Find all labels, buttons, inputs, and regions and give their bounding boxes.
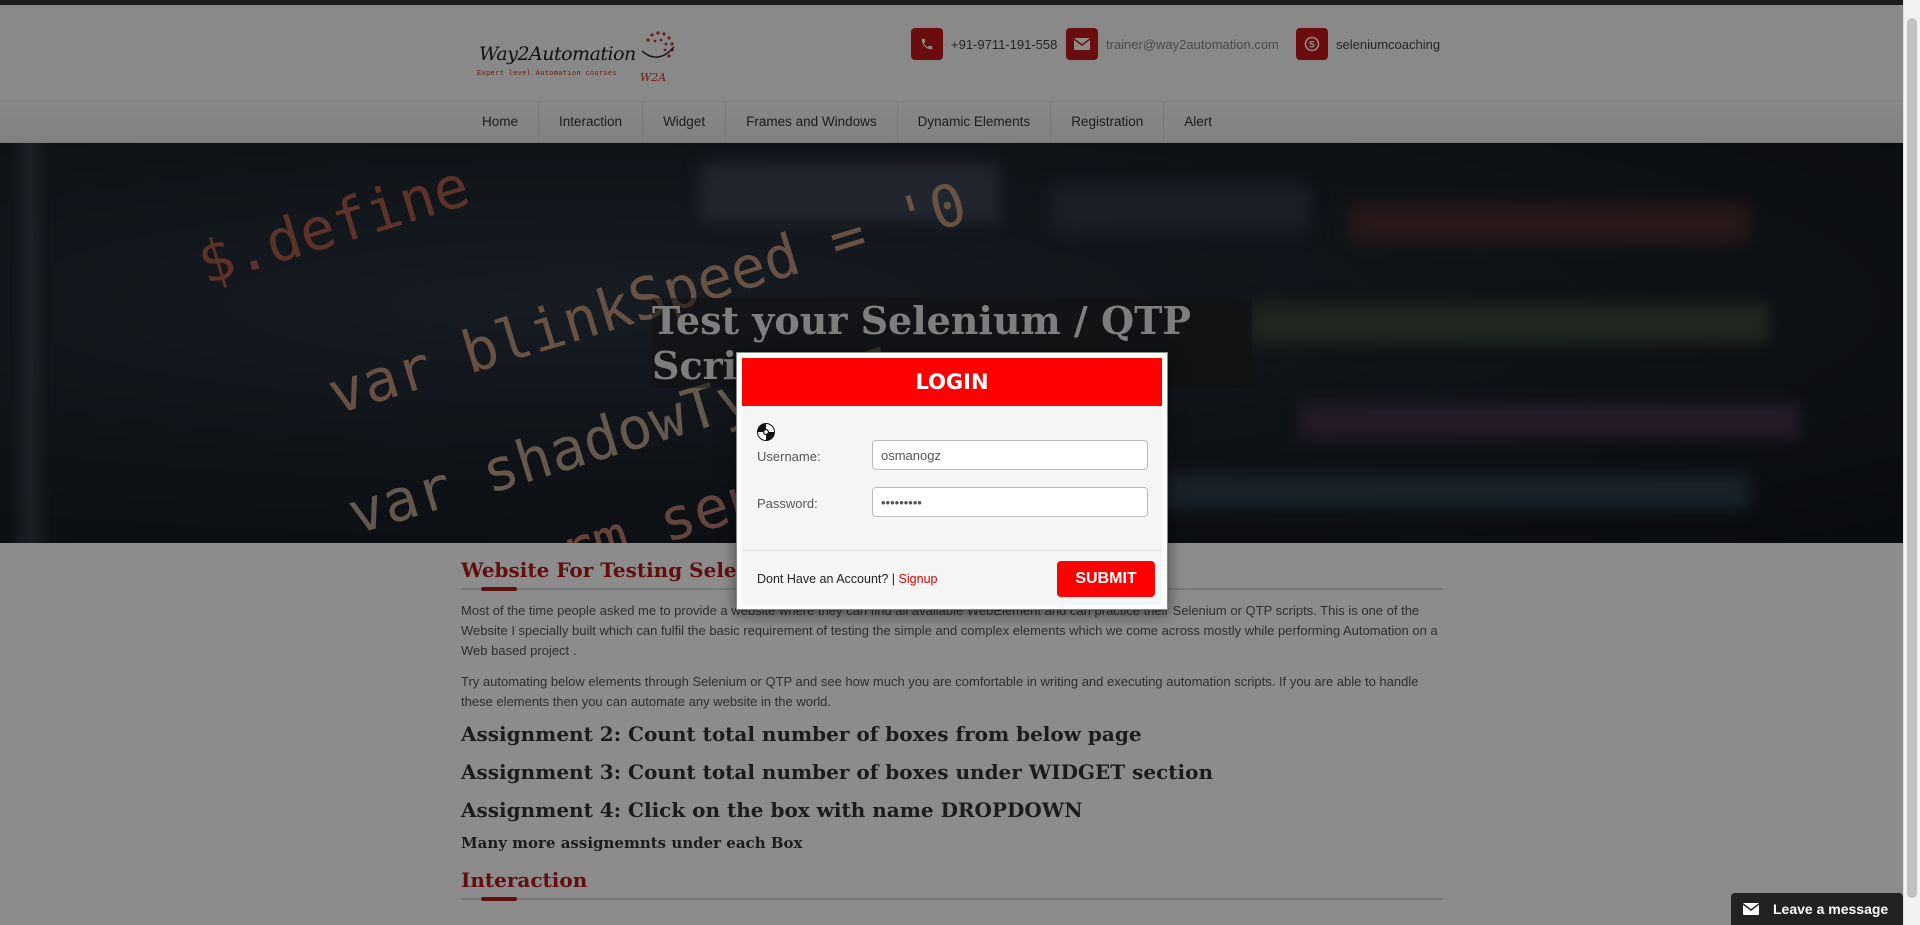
signup-link[interactable]: Signup (899, 572, 938, 586)
login-title: LOGIN (742, 358, 1162, 406)
username-input[interactable] (872, 440, 1148, 470)
scrollbar-thumb[interactable] (1907, 18, 1917, 898)
submit-button[interactable]: SUBMIT (1057, 561, 1155, 597)
password-label: Password: (757, 496, 818, 511)
page-scrollbar[interactable] (1903, 0, 1920, 925)
password-input[interactable] (872, 487, 1148, 517)
leave-message-label: Leave a message (1773, 901, 1889, 917)
login-form: Username: Password: (742, 406, 1162, 551)
leave-message-tab[interactable]: Leave a message (1731, 893, 1903, 925)
page: Way2Automation Expert level Automation c… (0, 0, 1920, 925)
login-modal: LOGIN Username: Password: Dont Have an A… (736, 352, 1168, 610)
envelope-icon (1743, 903, 1759, 915)
signup-prompt: Dont Have an Account? | Signup (757, 572, 937, 586)
spinner-icon (757, 423, 775, 441)
no-account-text: Dont Have an Account? | (757, 572, 896, 586)
username-label: Username: (757, 449, 821, 464)
login-footer: Dont Have an Account? | Signup SUBMIT (742, 551, 1162, 605)
